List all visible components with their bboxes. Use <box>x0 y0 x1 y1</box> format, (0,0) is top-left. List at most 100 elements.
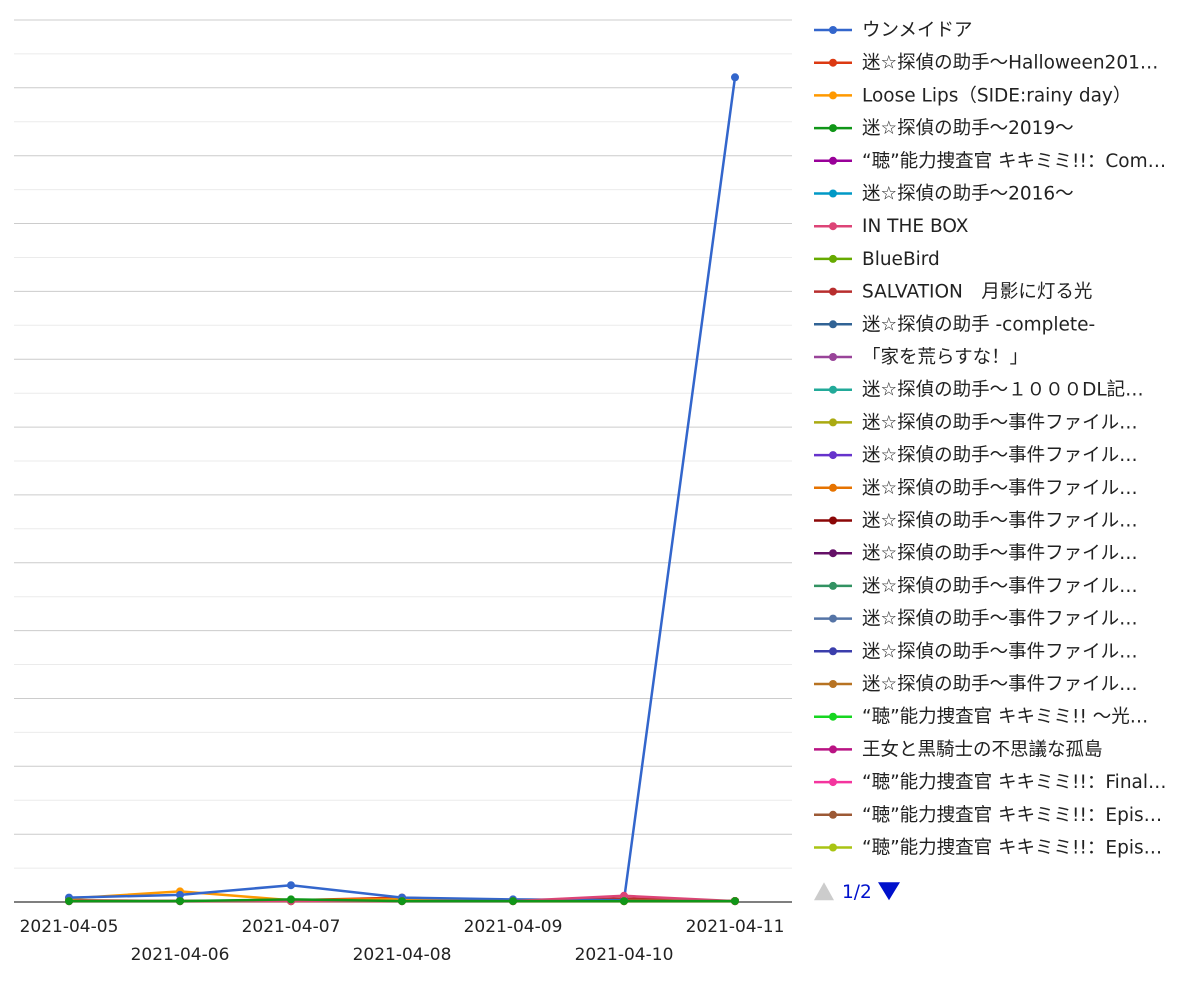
legend-label: 迷☆探偵の助手〜事件ファイル… <box>862 609 1138 630</box>
x-tick-label: 2021-04-10 <box>575 945 674 965</box>
legend-item[interactable]: “聴”能力捜査官 キキミミ!!：Final… <box>814 772 1167 793</box>
legend-item[interactable]: ウンメイドア <box>814 20 972 41</box>
legend-label: ウンメイドア <box>862 20 972 41</box>
data-point[interactable] <box>731 73 739 82</box>
x-axis-tick-labels: 2021-04-05 2021-04-06 2021-04-07 2021-04-08… <box>20 917 785 965</box>
legend-label: 迷☆探偵の助手〜2019〜 <box>862 118 1074 139</box>
legend-swatch-dot <box>829 451 837 460</box>
data-point[interactable] <box>731 897 739 906</box>
legend-swatch-dot <box>829 549 837 558</box>
legend-label: “聴”能力捜査官 キキミミ!!：Com… <box>862 151 1166 172</box>
legend-item[interactable]: 迷☆探偵の助手〜事件ファイル… <box>814 641 1138 662</box>
legend-item[interactable]: 迷☆探偵の助手〜事件ファイル… <box>814 576 1138 597</box>
series[interactable] <box>65 73 739 905</box>
legend-swatch-dot <box>829 810 837 819</box>
legend-item[interactable]: 迷☆探偵の助手〜事件ファイル… <box>814 674 1138 695</box>
legend-swatch-dot <box>829 614 837 623</box>
legend-swatch-dot <box>829 58 837 67</box>
legend-item[interactable]: 迷☆探偵の助手〜事件ファイル… <box>814 511 1138 532</box>
legend-label: 迷☆探偵の助手〜事件ファイル… <box>862 641 1138 662</box>
legend-label: 「家を荒らすな！」 <box>862 347 1028 368</box>
legend-swatch-dot <box>829 320 837 329</box>
legend-swatch-dot <box>829 843 837 852</box>
data-point[interactable] <box>176 897 184 906</box>
legend-swatch-dot <box>829 483 837 492</box>
x-tick-label: 2021-04-06 <box>131 945 230 965</box>
legend-swatch-dot <box>829 156 837 165</box>
legend-label: 迷☆探偵の助手〜１０００DL記… <box>862 380 1144 401</box>
pager-next-icon[interactable] <box>878 882 900 901</box>
legend-label: SALVATION 月影に灯る光 <box>862 282 1092 303</box>
legend-item[interactable]: “聴”能力捜査官 キキミミ!!：Epis… <box>814 838 1162 859</box>
legend-swatch-dot <box>829 26 837 34</box>
legend-item[interactable]: “聴”能力捜査官 キキミミ!! 〜光… <box>814 707 1148 728</box>
legend: ウンメイドア迷☆探偵の助手〜Halloween201… Loose Lips（SI… <box>814 20 1167 859</box>
legend-pager: 1/2 <box>814 882 900 903</box>
legend-item[interactable]: 迷☆探偵の助手〜2019〜 <box>814 118 1074 139</box>
legend-swatch-dot <box>829 712 837 721</box>
x-tick-label: 2021-04-05 <box>20 917 119 937</box>
legend-swatch-dot <box>829 778 837 787</box>
data-point[interactable] <box>65 897 73 906</box>
legend-label: 迷☆探偵の助手〜Halloween201… <box>862 53 1158 74</box>
series-group <box>65 73 739 906</box>
legend-label: 迷☆探偵の助手〜事件ファイル… <box>862 412 1138 433</box>
legend-item[interactable]: IN THE BOX <box>814 216 969 237</box>
legend-label: 迷☆探偵の助手 -complete- <box>862 314 1095 335</box>
chart-container: 2021-04-05 2021-04-06 2021-04-07 2021-04-08… <box>0 0 1200 997</box>
legend-item[interactable]: 迷☆探偵の助手〜事件ファイル… <box>814 478 1138 499</box>
legend-item[interactable]: 迷☆探偵の助手〜事件ファイル… <box>814 445 1138 466</box>
pager-prev-icon <box>814 882 834 901</box>
legend-label: 迷☆探偵の助手〜事件ファイル… <box>862 445 1138 466</box>
data-point[interactable] <box>287 895 295 904</box>
legend-swatch-dot <box>829 91 837 100</box>
legend-label: 迷☆探偵の助手〜事件ファイル… <box>862 576 1138 597</box>
legend-label: 迷☆探偵の助手〜事件ファイル… <box>862 478 1138 499</box>
data-point[interactable] <box>287 881 295 890</box>
legend-label: 迷☆探偵の助手〜事件ファイル… <box>862 543 1138 564</box>
legend-item[interactable]: 迷☆探偵の助手〜事件ファイル… <box>814 412 1138 433</box>
legend-item[interactable]: Loose Lips（SIDE:rainy day） <box>814 85 1131 106</box>
legend-item[interactable]: “聴”能力捜査官 キキミミ!!：Epis… <box>814 805 1162 826</box>
x-tick-label: 2021-04-07 <box>242 917 341 937</box>
legend-item[interactable]: BlueBird <box>814 249 940 270</box>
data-point[interactable] <box>509 897 517 906</box>
legend-label: “聴”能力捜査官 キキミミ!!：Epis… <box>862 838 1162 859</box>
legend-swatch-dot <box>829 222 837 231</box>
legend-swatch-dot <box>829 254 837 263</box>
legend-swatch-dot <box>829 287 837 296</box>
legend-item[interactable]: 「家を荒らすな！」 <box>814 347 1028 368</box>
data-point[interactable] <box>398 897 406 906</box>
legend-swatch-dot <box>829 581 837 590</box>
legend-label: “聴”能力捜査官 キキミミ!!：Epis… <box>862 805 1162 826</box>
legend-swatch-dot <box>829 745 837 754</box>
pager-label: 1/2 <box>842 882 872 903</box>
legend-item[interactable]: 王女と黒騎士の不思議な孤島 <box>814 739 1103 760</box>
legend-swatch-dot <box>829 647 837 656</box>
legend-label: BlueBird <box>862 249 940 270</box>
x-tick-label: 2021-04-09 <box>464 917 563 937</box>
x-tick-label: 2021-04-11 <box>686 917 785 937</box>
legend-item[interactable]: “聴”能力捜査官 キキミミ!!：Com… <box>814 151 1166 172</box>
legend-label: 迷☆探偵の助手〜事件ファイル… <box>862 511 1138 532</box>
legend-label: 迷☆探偵の助手〜事件ファイル… <box>862 674 1138 695</box>
legend-label: “聴”能力捜査官 キキミミ!!：Final… <box>862 772 1167 793</box>
legend-item[interactable]: 迷☆探偵の助手 -complete- <box>814 314 1095 335</box>
legend-item[interactable]: SALVATION 月影に灯る光 <box>814 282 1092 303</box>
gridlines <box>14 19 792 869</box>
data-point[interactable] <box>620 897 628 906</box>
legend-item[interactable]: 迷☆探偵の助手〜事件ファイル… <box>814 609 1138 630</box>
legend-label: “聴”能力捜査官 キキミミ!! 〜光… <box>862 707 1148 728</box>
series-line[interactable] <box>68 77 737 902</box>
legend-item[interactable]: 迷☆探偵の助手〜Halloween201… <box>814 53 1158 74</box>
legend-item[interactable]: 迷☆探偵の助手〜事件ファイル… <box>814 543 1138 564</box>
legend-swatch-dot <box>829 385 837 394</box>
legend-item[interactable]: 迷☆探偵の助手〜１０００DL記… <box>814 380 1144 401</box>
legend-swatch-dot <box>829 189 837 198</box>
legend-swatch-dot <box>829 124 837 133</box>
legend-swatch-dot <box>829 418 837 427</box>
legend-swatch-dot <box>829 680 837 688</box>
legend-item[interactable]: 迷☆探偵の助手〜2016〜 <box>814 184 1074 205</box>
legend-label: 迷☆探偵の助手〜2016〜 <box>862 184 1074 205</box>
legend-label: Loose Lips（SIDE:rainy day） <box>862 85 1131 106</box>
